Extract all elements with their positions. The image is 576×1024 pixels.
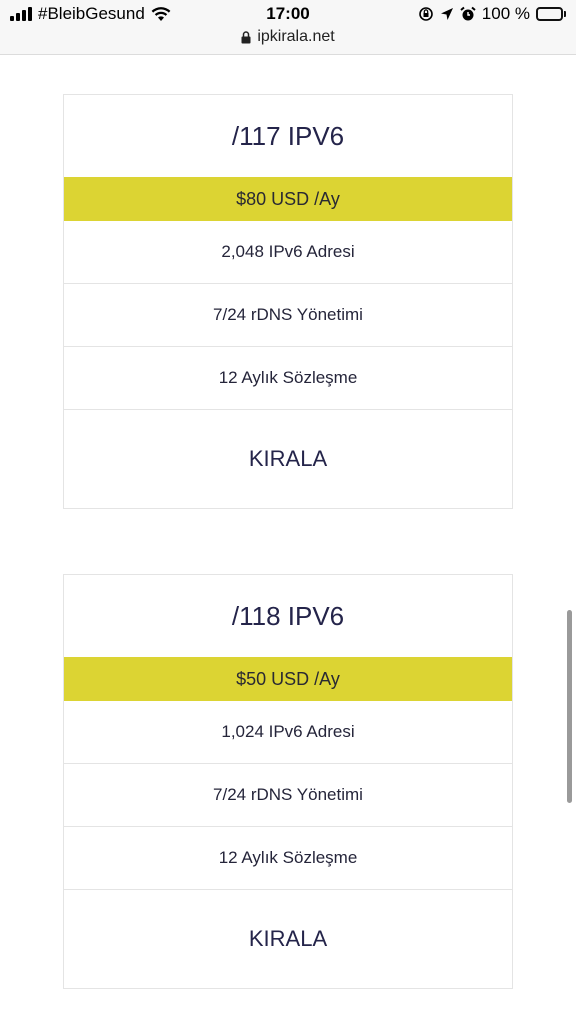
plan-title: /117 IPV6 bbox=[231, 120, 345, 151]
plan-feature-contract: 12 Aylık Sözleşme bbox=[64, 827, 512, 890]
rent-button[interactable]: KIRALA bbox=[64, 410, 512, 508]
plan-feature-addresses: 2,048 IPv6 Adresi bbox=[64, 221, 512, 284]
battery-charging-icon bbox=[536, 7, 566, 21]
rent-button[interactable]: KIRALA bbox=[64, 890, 512, 988]
plan-feature-contract: 12 Aylık Sözleşme bbox=[64, 347, 512, 410]
plan-feature-rdns: 7/24 rDNS Yönetimi bbox=[64, 764, 512, 827]
plan-feature-rdns: 7/24 rDNS Yönetimi bbox=[64, 284, 512, 347]
battery-percentage: 100 % bbox=[481, 4, 530, 23]
rotation-lock-icon bbox=[418, 7, 433, 21]
plan-card-117: /117 IPV6 $80 USD /Ay 2,048 IPv6 Adresi … bbox=[63, 94, 513, 509]
scrollbar[interactable] bbox=[567, 610, 572, 803]
url-text: ipkirala.net bbox=[257, 28, 335, 45]
plan-feature-addresses: 1,024 IPv6 Adresi bbox=[64, 701, 512, 764]
plan-price: $80 USD /Ay bbox=[64, 177, 512, 221]
status-right: 100 % bbox=[418, 4, 566, 24]
plan-title: /118 IPV6 bbox=[231, 600, 345, 631]
alarm-icon bbox=[460, 6, 476, 21]
address-bar[interactable]: ipkirala.net bbox=[0, 28, 576, 46]
lock-icon bbox=[241, 30, 251, 43]
plan-price: $50 USD /Ay bbox=[64, 657, 512, 701]
plan-card-118: /118 IPV6 $50 USD /Ay 1,024 IPv6 Adresi … bbox=[63, 574, 513, 989]
location-arrow-icon bbox=[440, 8, 453, 20]
status-bar: #BleibGesund 17:00 100 % ipkirala.net bbox=[0, 0, 576, 55]
